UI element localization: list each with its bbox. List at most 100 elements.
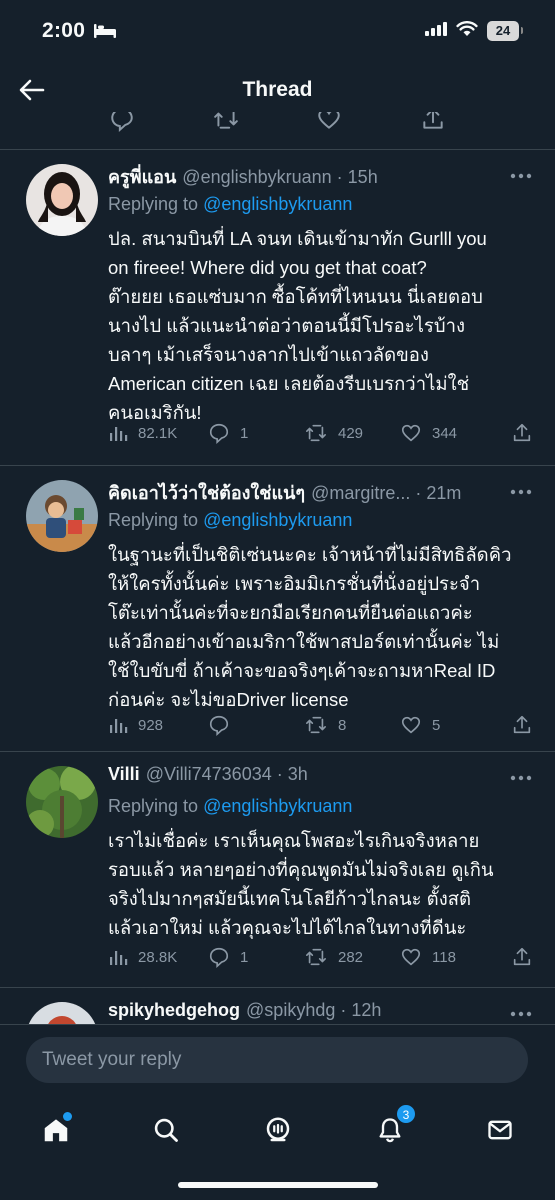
views-stat[interactable]: 928 [108,715,208,735]
bed-icon [93,23,117,39]
like-button[interactable]: 344 [400,422,500,444]
retweet-icon[interactable] [213,112,239,132]
replying-to: Replying to @englishbykruann [108,796,353,816]
reply-button[interactable]: 1 [208,422,304,444]
page-title: Thread [242,78,313,101]
views-icon [110,719,128,733]
previous-tweet-actions [0,112,555,150]
thread-header: Thread [0,62,555,118]
tweet-text: ปล. สนามบินที่ LA จนท เดินเข้ามาทัก Gurl… [108,228,487,423]
home-indicator [178,1182,378,1188]
spaces-icon [266,1117,290,1142]
share-icon[interactable] [420,112,446,132]
like-icon [401,948,421,966]
back-button[interactable] [18,76,46,104]
author-name[interactable]: คิดเอาไว้ว่าใช่ต้องใช่แน่ๆ [108,478,305,507]
tweet-time: 21m [426,483,462,503]
battery-indicator: 24 [487,21,523,41]
tweet-content: คิดเอาไว้ว่าใช่ต้องใช่แน่ๆ @margitre... … [108,478,533,714]
status-bar: 2:00 24 [0,0,555,62]
tab-notifications[interactable]: 3 [370,1104,416,1150]
status-indicators: 24 [425,20,523,42]
author-name[interactable]: Villi [108,764,140,785]
tab-search[interactable] [146,1110,186,1150]
reply-tweet[interactable]: ครูพี่แอน @englishbykruann · 15h Replyin… [0,150,555,466]
reply-icon [209,947,229,968]
tweet-time: 15h [347,167,378,187]
views-stat[interactable]: 82.1K [108,423,208,443]
retweet-icon [306,716,326,734]
reply-icon [209,715,229,736]
author-name[interactable]: ครูพี่แอน [108,162,176,191]
tab-spaces[interactable] [258,1110,298,1150]
like-icon [401,716,421,734]
avatar[interactable] [26,480,98,552]
tweet-actions: 928 8 5 [108,714,533,736]
status-time: 2:00 [42,19,86,42]
tweet-header: ครูพี่แอน @englishbykruann · 15h [108,162,533,188]
reply-tweet[interactable]: Villi @Villi74736034 · 3h Replying to @e… [0,752,555,988]
replying-to: Replying to @englishbykruann [108,194,353,214]
author-handle[interactable]: @margitre... · 21m [311,483,461,504]
retweet-icon [306,948,326,966]
more-options-icon[interactable] [509,482,533,495]
views-icon [110,951,128,965]
like-icon[interactable] [316,112,342,132]
retweet-icon [306,424,326,442]
share-button[interactable] [511,946,533,968]
arrow-left-icon [19,79,45,101]
author-handle[interactable]: @englishbykruann · 15h [182,167,377,188]
more-options-icon[interactable] [509,768,533,781]
tab-messages[interactable] [480,1110,520,1150]
search-icon [154,1118,178,1142]
replying-to: Replying to @englishbykruann [108,510,353,530]
share-icon [513,423,531,442]
retweet-button[interactable]: 8 [304,714,400,736]
replying-to-link[interactable]: @englishbykruann [203,510,352,530]
mail-icon [488,1120,512,1140]
retweet-button[interactable]: 429 [304,422,400,444]
share-button[interactable] [511,422,533,444]
reply-tweet[interactable]: spikyhedgehog @spikyhdg · 12h [0,988,555,1024]
share-button[interactable] [511,714,533,736]
share-icon [513,947,531,966]
tweet-actions: 82.1K 1 429 344 [108,422,533,444]
author-handle[interactable]: @spikyhdg · 12h [246,1000,381,1021]
tweet-text: ในฐานะที่เป็นชิติเซ่นนะคะ เจ้าหน้าที่ไม่… [108,544,512,710]
retweet-button[interactable]: 282 [304,946,400,968]
reply-button[interactable] [208,714,304,736]
more-options-icon[interactable] [509,166,533,179]
tweet-header: Villi @Villi74736034 · 3h [108,764,533,790]
views-stat[interactable]: 28.8K [108,947,208,967]
cellular-signal-icon [425,21,447,41]
reply-composer [0,1024,555,1102]
notifications-badge: 3 [396,1104,416,1124]
tweet-content: ครูพี่แอน @englishbykruann · 15h Replyin… [108,162,533,427]
tweet-header: spikyhedgehog @spikyhdg · 12h [108,1000,533,1024]
reply-icon[interactable] [109,112,135,133]
reply-button[interactable]: 1 [208,946,304,968]
avatar[interactable] [26,164,98,236]
tweet-time: 3h [287,764,308,784]
replying-to-link[interactable]: @englishbykruann [203,194,352,214]
tweet-time: 12h [351,1000,382,1020]
tweet-actions: 28.8K 1 282 118 [108,946,533,968]
avatar[interactable] [26,1002,98,1024]
more-options-icon[interactable] [509,1004,533,1017]
like-icon [401,424,421,442]
replying-to-link[interactable]: @englishbykruann [203,796,352,816]
new-content-dot [63,1112,72,1121]
share-icon [513,715,531,734]
tab-home[interactable] [36,1110,76,1150]
like-button[interactable]: 5 [400,714,500,736]
reply-input[interactable] [26,1037,528,1083]
tweet-header: คิดเอาไว้ว่าใช่ต้องใช่แน่ๆ @margitre... … [108,478,533,504]
like-button[interactable]: 118 [400,946,500,968]
reply-tweet[interactable]: คิดเอาไว้ว่าใช่ต้องใช่แน่ๆ @margitre... … [0,466,555,752]
tweet-content: spikyhedgehog @spikyhdg · 12h [108,1000,533,1024]
author-name[interactable]: spikyhedgehog [108,1000,240,1021]
tweet-text: เราไม่เชื่อค่ะ เราเห็นคุณโพสอะไรเกินจริง… [108,830,494,938]
author-handle[interactable]: @Villi74736034 · 3h [146,764,308,785]
avatar[interactable] [26,766,98,838]
tweet-content: Villi @Villi74736034 · 3h Replying to @e… [108,764,533,942]
